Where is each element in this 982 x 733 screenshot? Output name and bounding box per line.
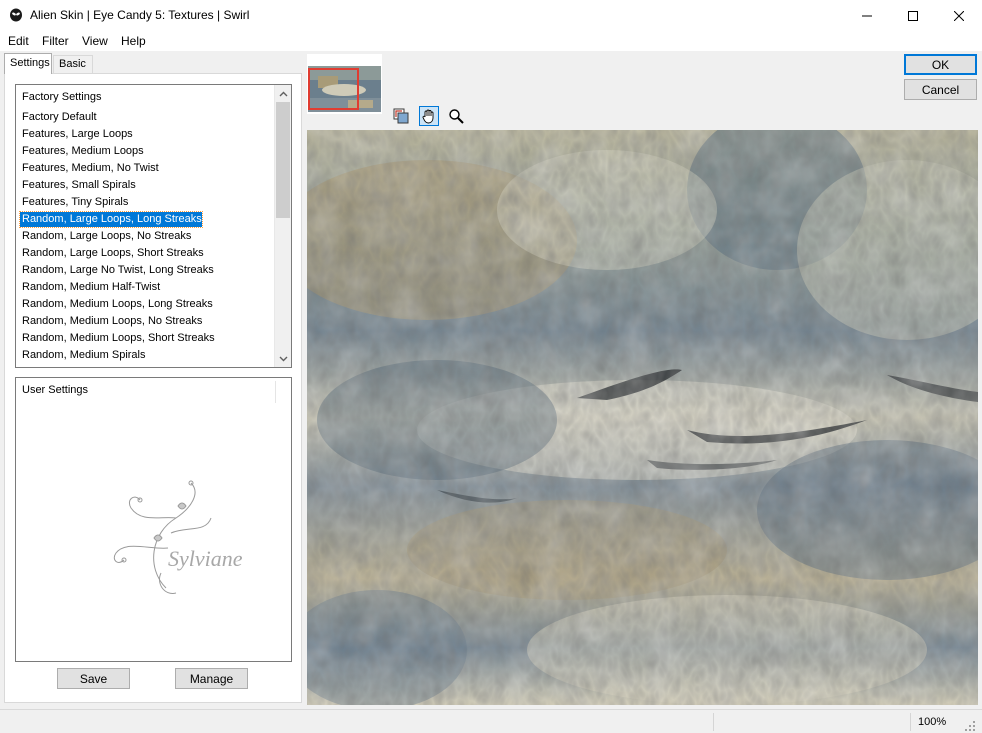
chevron-down-icon (279, 356, 288, 361)
column-divider (275, 381, 276, 403)
menu-view[interactable]: View (82, 34, 108, 48)
factory-settings-list[interactable]: Factory Settings Factory Default Features… (15, 84, 292, 368)
cancel-button[interactable]: Cancel (904, 79, 977, 100)
menu-filter[interactable]: Filter (42, 34, 69, 48)
save-button[interactable]: Save (57, 668, 130, 689)
user-settings-header: User Settings (22, 384, 89, 396)
tab-basic[interactable]: Basic (53, 55, 93, 73)
preset-item[interactable]: Factory Default (20, 110, 97, 125)
swirl-texture-preview (307, 130, 978, 705)
zoom-tool-button[interactable] (446, 106, 466, 126)
menu-bar: Edit Filter View Help (0, 31, 982, 51)
preset-item[interactable]: Features, Large Loops (20, 127, 133, 142)
minimize-button[interactable] (844, 0, 890, 31)
hand-icon (422, 109, 434, 124)
window-title: Alien Skin | Eye Candy 5: Textures | Swi… (30, 8, 250, 22)
status-divider (910, 713, 911, 731)
user-settings-list[interactable]: User Settings Sylviane (15, 377, 292, 662)
preset-item[interactable]: Features, Medium Loops (20, 144, 144, 159)
maximize-button[interactable] (890, 0, 936, 31)
preset-item[interactable]: Random, Medium Spirals (20, 348, 146, 363)
preset-item[interactable]: Random, Medium Loops, Long Streaks (20, 297, 213, 312)
ok-button[interactable]: OK (904, 54, 977, 75)
sylviane-watermark: Sylviane (113, 480, 243, 594)
manage-button[interactable]: Manage (175, 668, 248, 689)
zoom-level: 100% (918, 716, 947, 728)
close-button[interactable] (936, 0, 982, 31)
tab-settings[interactable]: Settings (4, 53, 52, 74)
compare-icon (393, 108, 409, 124)
close-icon (954, 10, 964, 21)
scroll-down-button[interactable] (275, 350, 291, 367)
status-bar: 100% (0, 709, 982, 733)
alien-skin-app-icon (10, 8, 22, 22)
preset-item[interactable]: Features, Medium, No Twist (20, 161, 159, 176)
hand-tool-button[interactable] (419, 106, 439, 126)
resize-grip-icon[interactable] (964, 720, 976, 732)
menu-help[interactable]: Help (121, 34, 146, 48)
compare-tool-button[interactable] (391, 106, 411, 126)
preset-item[interactable]: Random, Large Loops, Short Streaks (20, 246, 204, 261)
preset-item[interactable]: Random, Large Loops, Long Streaks (19, 211, 203, 228)
preset-item[interactable]: Random, Medium Loops, Short Streaks (20, 331, 215, 346)
watermark-signature: Sylviane (168, 546, 243, 571)
preset-item[interactable]: Random, Medium Half-Twist (20, 280, 160, 295)
preset-item[interactable]: Random, Large Loops, No Streaks (20, 229, 191, 244)
maximize-icon (908, 10, 918, 21)
zoom-icon (449, 109, 464, 124)
preview-image[interactable] (307, 130, 978, 705)
navigator-thumbnail[interactable] (307, 54, 382, 114)
factory-settings-scrollbar[interactable] (274, 85, 291, 367)
title-bar: Alien Skin | Eye Candy 5: Textures | Swi… (0, 0, 982, 31)
navigator-viewport-frame[interactable] (308, 68, 359, 110)
preset-item[interactable]: Features, Small Spirals (20, 178, 136, 193)
preset-item[interactable]: Random, Medium Loops, No Streaks (20, 314, 202, 329)
factory-settings-header: Factory Settings (22, 91, 102, 103)
chevron-up-icon (279, 91, 288, 96)
menu-edit[interactable]: Edit (8, 34, 29, 48)
preset-item[interactable]: Features, Tiny Spirals (20, 195, 128, 210)
scroll-thumb[interactable] (276, 102, 290, 218)
preset-item[interactable]: Random, Large No Twist, Long Streaks (20, 263, 214, 278)
status-divider (713, 713, 714, 731)
minimize-icon (862, 15, 872, 16)
scroll-up-button[interactable] (275, 85, 291, 102)
